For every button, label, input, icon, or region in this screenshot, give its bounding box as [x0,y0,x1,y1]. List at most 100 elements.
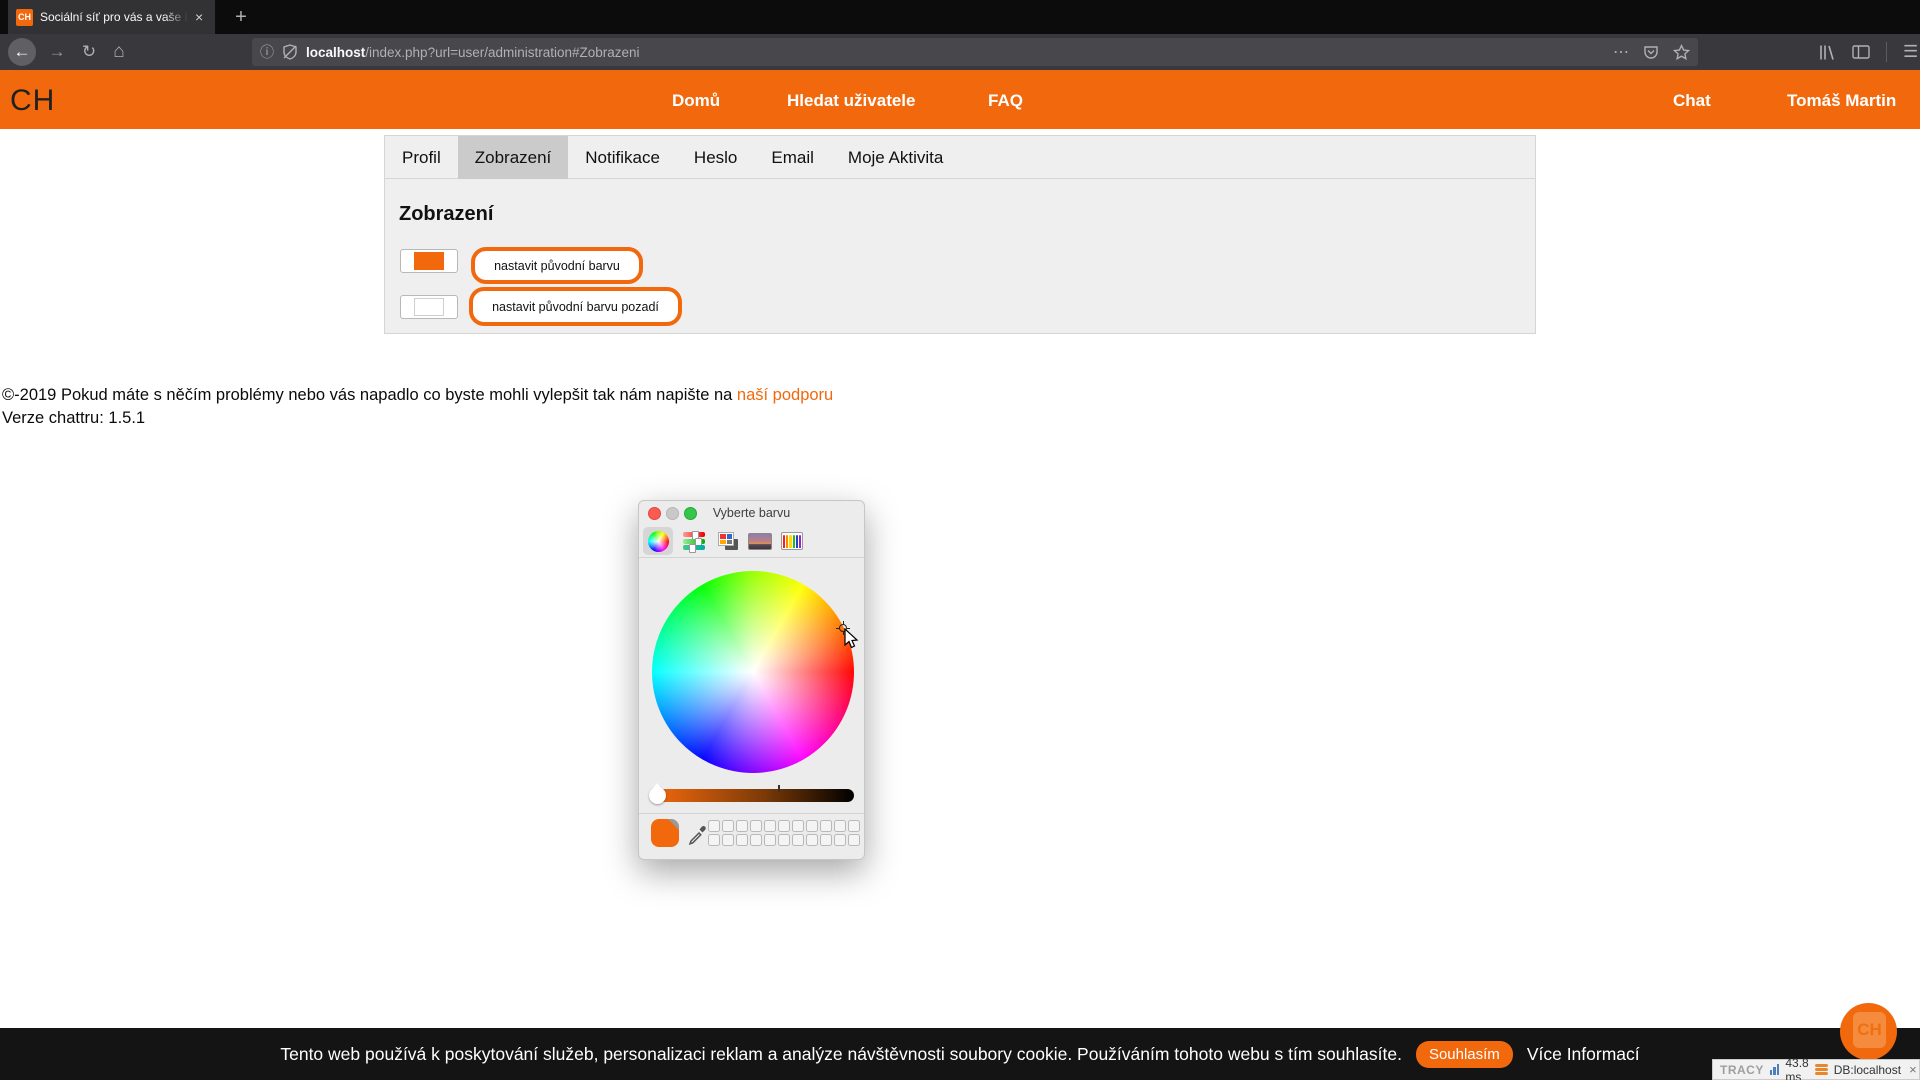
swatch-cell[interactable] [708,820,720,832]
dialog-title: Vyberte barvu [639,506,864,520]
swatch-cell[interactable] [750,820,762,832]
site-navbar [0,70,1920,129]
pocket-icon[interactable] [1643,44,1659,60]
toolbar-separator [1886,42,1887,62]
mouse-cursor [842,628,860,650]
site-logo[interactable]: CH [10,84,55,118]
color-wheel-icon [648,531,669,552]
site-info-icon[interactable]: ⓘ [260,42,274,62]
swatch-cell[interactable] [764,834,776,846]
cookie-consent-bar: Tento web používá k poskytování služeb, … [0,1028,1920,1080]
swatch-cell[interactable] [736,820,748,832]
swatch-cell[interactable] [722,820,734,832]
library-icon[interactable] [1818,44,1836,61]
pencils-tab[interactable] [777,527,807,555]
tab-notifikace[interactable]: Notifikace [568,136,677,179]
swatch-cell[interactable] [764,820,776,832]
hue-color-wheel[interactable] [652,571,854,773]
page-actions-icon[interactable]: ⋯ [1613,42,1629,62]
color-wheel-tab[interactable] [643,527,673,555]
color-input-background[interactable] [400,295,458,319]
swatch-cell[interactable] [778,820,790,832]
swatch-cell[interactable] [848,834,860,846]
sidebar-icon[interactable] [1852,44,1870,60]
close-tab-icon[interactable]: × [195,10,203,24]
swatch-cell[interactable] [820,834,832,846]
nav-item-domu[interactable]: Domů [672,91,720,111]
cookie-accept-button[interactable]: Souhlasím [1416,1041,1513,1068]
version-text: Verze chattru: 1.5.1 [2,409,145,428]
color-palettes-icon [718,532,738,550]
cookie-more-info-link[interactable]: Více Informací [1527,1044,1640,1065]
divider [639,813,864,814]
database-icon [1815,1064,1828,1076]
reload-button[interactable]: ↻ [76,38,102,66]
swatch-cell[interactable] [722,834,734,846]
footer-text: ©-2019 Pokud máte s něčím problémy nebo … [2,386,833,405]
bookmark-star-icon[interactable] [1673,44,1690,61]
tab-zobrazení[interactable]: Zobrazení [458,136,569,179]
slider-center-tick [778,785,780,792]
swatch-cell[interactable] [736,834,748,846]
database-panel[interactable]: DB:localhost [1834,1063,1901,1077]
section-heading: Zobrazení [399,203,493,226]
home-button[interactable]: ⌂ [106,38,132,66]
browser-tab-bar: CH Sociální síť pro vás a vaše kama × + [0,0,1920,34]
forward-button[interactable]: → [44,38,70,66]
new-tab-button[interactable]: + [228,4,254,30]
favicon-icon: CH [16,9,33,26]
reset-background-button[interactable]: nastavit původní barvu pozadí [469,287,682,326]
swatch-cell[interactable] [834,834,846,846]
swatch-cell[interactable] [834,820,846,832]
color-swatch-background [414,298,444,316]
tab-email[interactable]: Email [754,136,831,179]
tab-title: Sociální síť pro vás a vaše kama [40,10,188,24]
image-palettes-icon [748,533,772,550]
color-palettes-tab[interactable] [713,527,743,555]
dialog-titlebar[interactable]: Vyberte barvu [639,501,864,525]
performance-bars-icon [1770,1064,1780,1075]
tracy-debug-bar[interactable]: TRACY 43.8 ms DB:localhost × [1712,1059,1920,1080]
swatch-cell[interactable] [792,834,804,846]
color-swatch-primary [414,252,444,270]
swatch-cell[interactable] [848,820,860,832]
color-sliders-icon [683,532,705,550]
color-sliders-tab[interactable] [679,527,709,555]
back-button[interactable]: ← [8,38,36,66]
tab-moje-aktivita[interactable]: Moje Aktivita [831,136,960,179]
nav-item-faq[interactable]: FAQ [988,91,1023,111]
load-time[interactable]: 43.8 ms [1785,1056,1808,1080]
swatch-cell[interactable] [820,820,832,832]
chat-bubble-icon: CH [1853,1012,1886,1048]
eyedropper-icon[interactable] [687,823,709,845]
nav-item-chat[interactable]: Chat [1673,91,1711,111]
tracy-close-icon[interactable]: × [1909,1062,1917,1077]
swatch-cell[interactable] [806,834,818,846]
image-palettes-tab[interactable] [745,527,775,555]
chat-widget-button[interactable]: CH [1840,1003,1897,1060]
swatch-cell[interactable] [750,834,762,846]
support-link[interactable]: naší podporu [737,386,833,404]
settings-tabs: ProfilZobrazeníNotifikaceHesloEmailMoje … [385,136,1535,179]
reset-color-button[interactable]: nastavit původní barvu [471,247,643,284]
nav-item-user[interactable]: Tomáš Martin [1787,91,1896,111]
current-color-swatch[interactable] [651,819,679,847]
tracy-logo: TRACY [1720,1063,1764,1077]
browser-tab[interactable]: CH Sociální síť pro vás a vaše kama × [8,0,215,34]
tab-profil[interactable]: Profil [385,136,458,179]
brightness-slider-thumb[interactable] [649,787,666,804]
picker-toolbar [639,525,864,558]
swatch-cell[interactable] [792,820,804,832]
color-input-primary[interactable] [400,249,458,273]
tab-heslo[interactable]: Heslo [677,136,754,179]
cookie-message: Tento web používá k poskytování služeb, … [280,1044,1402,1065]
swatch-cell[interactable] [708,834,720,846]
brightness-slider[interactable] [653,789,854,802]
url-bar[interactable]: ⓘ localhost/index.php?url=user/administr… [252,38,1698,66]
swatch-cell[interactable] [806,820,818,832]
hamburger-menu-icon[interactable]: ☰ [1903,42,1918,62]
saved-swatches-grid[interactable] [708,820,862,846]
tracking-protection-icon[interactable] [282,44,298,60]
nav-item-hledat-uzivatele[interactable]: Hledat uživatele [787,91,916,111]
swatch-cell[interactable] [778,834,790,846]
